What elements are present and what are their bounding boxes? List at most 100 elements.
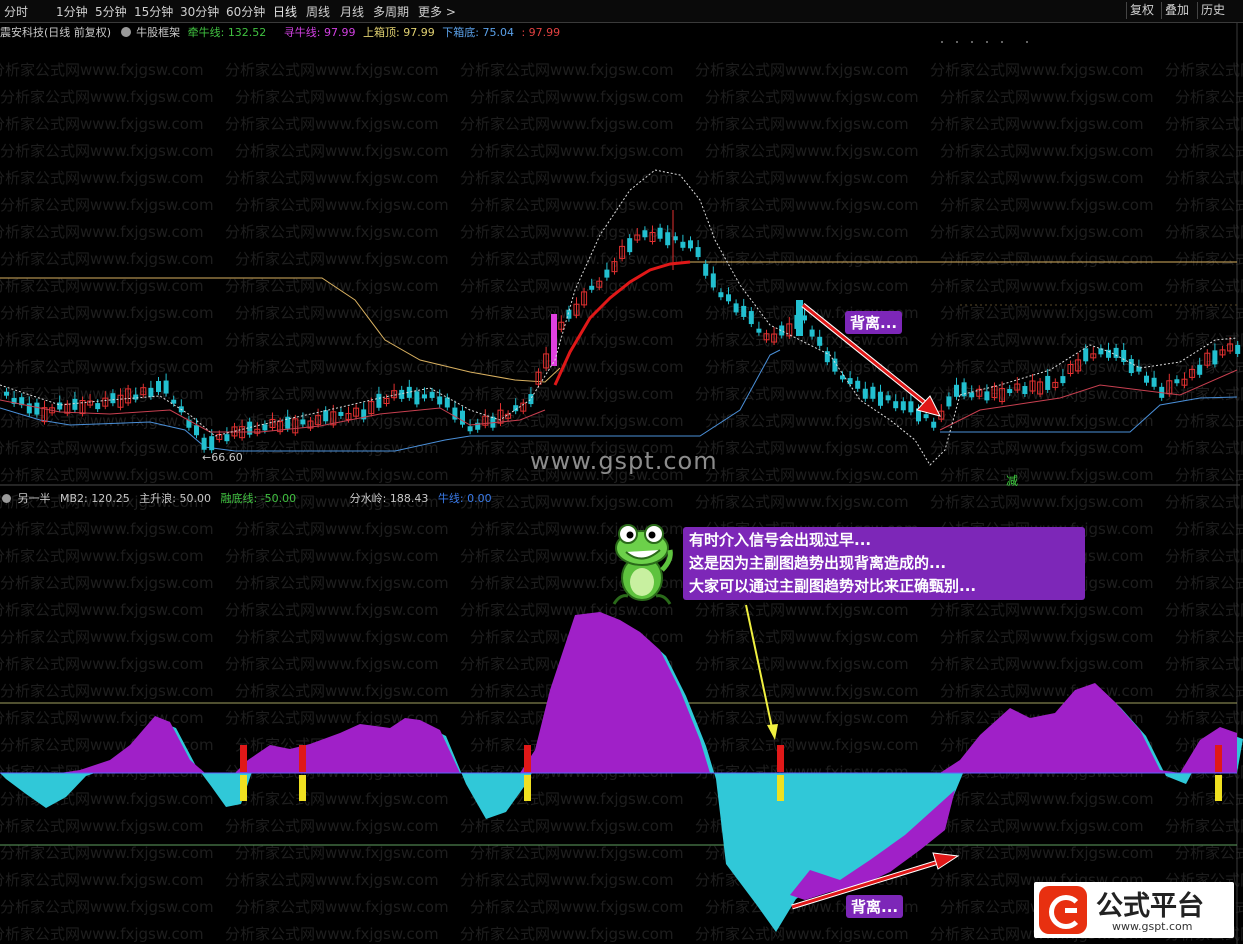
line5-value: : 97.99 [521,26,561,39]
indicator-settings-icon[interactable] [120,27,131,37]
candle-body [513,405,519,412]
watermark-text: 分析家公式网www.fxjgsw.com [705,628,919,646]
watermark-text: 分析家公式网www.fxjgsw.com [1165,169,1243,187]
candle-body [528,394,534,405]
watermark-text: 分析家公式网www.fxjgsw.com [1175,304,1243,322]
watermark-text: 分析家公式网www.fxjgsw.com [235,142,449,160]
buy-signal-bar-yellow [1215,775,1222,801]
watermark-text: 分析家公式网www.fxjgsw.com [0,277,204,295]
watermark-text: 分析家公式网www.fxjgsw.com [1165,709,1243,727]
watermark-text: 分析家公式网www.fxjgsw.com [1175,412,1243,430]
watermark-text: 分析家公式网www.fxjgsw.com [930,439,1144,457]
nx-label: 牛线: [437,492,464,505]
sub-info-row: 另一半 MB2: 120.25 主升浪: 50.00 融底线: -50.00 分… [0,490,492,506]
sub-indicator-name[interactable]: 另一半 [18,492,51,505]
line4-label: 下箱底: [442,26,479,39]
candle-body [1136,366,1142,372]
watermark-text: 分析家公式网www.fxjgsw.com [0,601,204,619]
watermark-text: 分析家公式网www.fxjgsw.com [1175,628,1243,646]
rdx-label: 融底线: [220,492,258,505]
candle-body [824,351,830,363]
buy-signal-bar-yellow [524,775,531,801]
watermark-text: 分析家公式网www.fxjgsw.com [225,601,439,619]
candle-body [726,294,731,302]
candle-body [34,402,40,415]
watermark-text: 分析家公式网www.fxjgsw.com [695,61,909,79]
candle-body [156,381,161,392]
watermark-text: 分析家公式网www.fxjgsw.com [0,331,204,349]
candle-body [627,238,633,253]
buy-signal-bar-yellow [777,775,784,801]
watermark-text: 分析家公式网www.fxjgsw.com [0,115,204,133]
indicator-name[interactable]: 牛股框架 [136,26,180,39]
watermark-text: 分析家公式网www.fxjgsw.com [0,88,214,106]
watermark-text: 分析家公式网www.fxjgsw.com [1165,115,1243,133]
watermark-text: 分析家公式网www.fxjgsw.com [470,250,684,268]
candle-body [1128,359,1134,374]
nx-value: 0.00 [467,492,492,505]
watermark-text: 分析家公式网www.fxjgsw.com [0,709,204,727]
watermark-text: 分析家公式网www.fxjgsw.com [930,223,1144,241]
watermark-text: 分析家公式网www.fxjgsw.com [0,439,204,457]
candle-body [133,394,139,400]
frog-mascot-icon [612,524,673,605]
candle-body [1151,377,1157,387]
watermark-text: 分析家公式网www.fxjgsw.com [1165,331,1243,349]
watermark-text: 分析家公式网www.fxjgsw.com [930,601,1144,619]
candle-body [642,230,648,238]
watermark-text: 分析家公式网www.fxjgsw.com [225,655,439,673]
watermark-text: 分析家公式网www.fxjgsw.com [940,844,1154,862]
watermark-text: 分析家公式网www.fxjgsw.com [470,358,684,376]
candle-body [1060,376,1066,384]
watermark-text: 分析家公式网www.fxjgsw.com [940,196,1154,214]
watermark-text: 分析家公式网www.fxjgsw.com [460,385,674,403]
watermark-text: 分析家公式网www.fxjgsw.com [0,817,204,835]
watermark-text: 分析家公式网www.fxjgsw.com [930,61,1144,79]
candle-body [72,398,78,410]
candle-body [604,269,610,278]
watermark-text: 分析家公式网www.fxjgsw.com [235,682,449,700]
watermark-text: 分析家公式网www.fxjgsw.com [0,169,204,187]
sub-settings-icon[interactable] [2,494,11,503]
dot-marker [1001,41,1003,43]
candle-body [148,387,154,397]
watermark-text: 分析家公式网www.fxjgsw.com [0,304,214,322]
candle-body [57,402,63,410]
watermark-text: 分析家公式网www.fxjgsw.com [695,493,909,511]
signal-candle [551,314,557,366]
watermark-text: 分析家公式网www.fxjgsw.com [1175,88,1243,106]
watermark-text: 分析家公式网www.fxjgsw.com [470,196,684,214]
candle-body [1045,375,1051,390]
candle-body [224,434,230,442]
watermark-text: 分析家公式网www.fxjgsw.com [695,709,909,727]
candle-body [95,403,101,410]
divergence-bottom-label: 背离... [846,895,904,918]
watermark-text: 分析家公式网www.fxjgsw.com [225,925,439,943]
watermark-text: 分析家公式网www.fxjgsw.com [705,412,919,430]
mb2-value: 120.25 [91,492,130,505]
candle-body [969,392,975,398]
watermark-text: 分析家公式网www.fxjgsw.com [0,520,214,538]
watermark-text: 分析家公式网www.fxjgsw.com [695,439,909,457]
watermark-text: 分析家公式网www.fxjgsw.com [0,628,214,646]
candle-body [680,241,686,248]
candle-body [878,391,883,406]
watermark-text: 分析家公式网www.fxjgsw.com [695,169,909,187]
rdx-value: -50.00 [260,492,297,505]
candle-body [209,436,215,451]
line1-label: 牵牛线: [187,26,225,39]
dot-marker [1026,41,1028,43]
watermark-text: 分析家公式网www.fxjgsw.com [235,358,449,376]
dot-marker [941,41,943,43]
candle-body [194,425,199,436]
watermark-text: 分析家公式网www.fxjgsw.com [705,736,919,754]
candle-body [1174,379,1180,384]
stock-title[interactable]: 震安科技(日线 前复权) [0,26,111,39]
candle-body [437,396,443,405]
main-info-row: 震安科技(日线 前复权) 牛股框架 牵牛线: 132.52 寻牛线: 97.99… [0,24,560,40]
explanation-callout: 有时介入信号会出现过早... 这是因为主副图趋势出现背离造成的... 大家可以通… [683,527,1085,600]
watermark-text: 分析家公式网www.fxjgsw.com [705,682,919,700]
candle-body [460,410,465,425]
watermark-text: 分析家公式网www.fxjgsw.com [1175,844,1243,862]
candle-body [855,380,861,389]
